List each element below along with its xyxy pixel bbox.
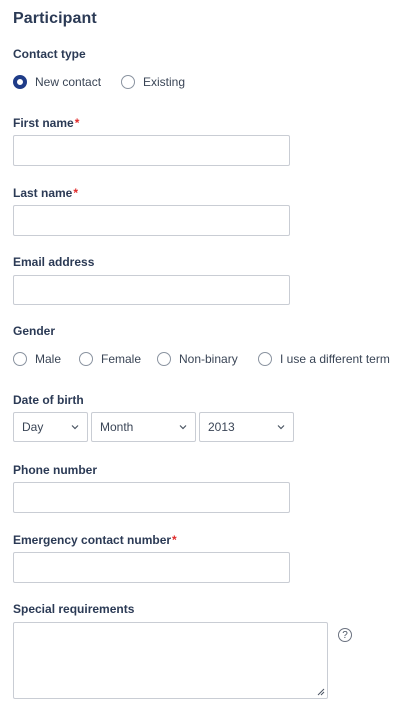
special-requirements-label: Special requirements (13, 602, 135, 616)
first-name-input[interactable] (13, 135, 290, 166)
resize-grip-icon[interactable] (315, 686, 325, 696)
special-requirements-textarea[interactable] (13, 622, 328, 699)
first-name-label: First name* (13, 116, 79, 130)
contact-type-new[interactable]: New contact (13, 75, 101, 89)
last-name-label-text: Last name (13, 186, 73, 200)
contact-type-existing[interactable]: Existing (121, 75, 185, 89)
dob-month-value: Month (100, 420, 134, 434)
radio-new-contact[interactable] (13, 75, 27, 89)
phone-input[interactable] (13, 482, 290, 513)
question-circle-icon[interactable]: ? (338, 628, 352, 642)
required-marker: * (172, 533, 177, 547)
gender-option-female[interactable]: Female (79, 352, 141, 366)
radio-male[interactable] (13, 352, 27, 366)
radio-different-term[interactable] (258, 352, 272, 366)
first-name-label-text: First name (13, 116, 74, 130)
emergency-input[interactable] (13, 552, 290, 583)
phone-label: Phone number (13, 463, 98, 477)
radio-label-existing: Existing (143, 75, 186, 89)
radio-non-binary[interactable] (157, 352, 171, 366)
gender-label: Gender (13, 324, 56, 338)
dob-year-value: 2013 (208, 420, 235, 434)
chevron-down-icon (71, 425, 79, 430)
dob-day-value: Day (22, 420, 44, 434)
radio-label-different-term: I use a different term (280, 352, 390, 366)
gender-option-non-binary[interactable]: Non-binary (157, 352, 238, 366)
chevron-down-icon (179, 425, 187, 430)
dob-year-select[interactable]: 2013 (199, 412, 294, 442)
radio-label-female: Female (101, 352, 142, 366)
emergency-label-text: Emergency contact number (13, 533, 172, 547)
emergency-label: Emergency contact number* (13, 533, 177, 547)
email-label: Email address (13, 255, 95, 269)
radio-female[interactable] (79, 352, 93, 366)
section-title: Participant (13, 10, 97, 27)
gender-option-male[interactable]: Male (13, 352, 61, 366)
last-name-label: Last name* (13, 186, 78, 200)
gender-option-different-term[interactable]: I use a different term (258, 352, 390, 366)
required-marker: * (74, 116, 80, 130)
dob-label: Date of birth (13, 393, 84, 407)
radio-existing[interactable] (121, 75, 135, 89)
email-input[interactable] (13, 275, 290, 305)
required-marker: * (73, 186, 79, 200)
radio-label-non-binary: Non-binary (179, 352, 238, 366)
radio-label-male: Male (35, 352, 62, 366)
contact-type-label: Contact type (13, 47, 86, 61)
dob-month-select[interactable]: Month (91, 412, 196, 442)
last-name-input[interactable] (13, 205, 290, 236)
radio-label-new-contact: New contact (35, 75, 102, 89)
chevron-down-icon (277, 425, 285, 430)
dob-day-select[interactable]: Day (13, 412, 88, 442)
